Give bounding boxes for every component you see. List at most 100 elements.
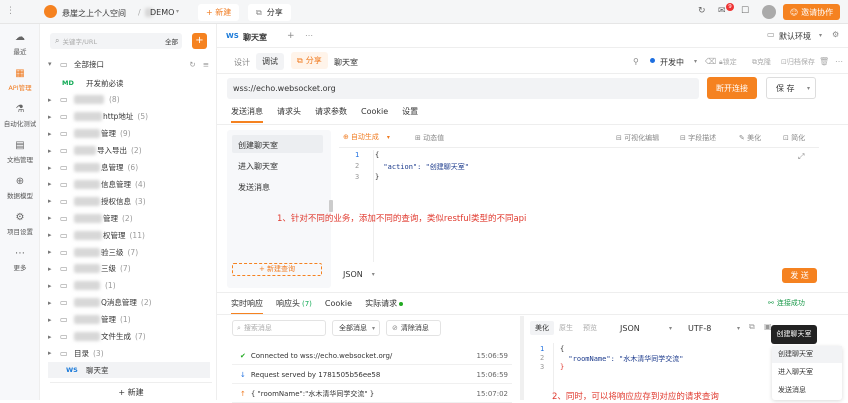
- filter-select[interactable]: 全部: [165, 36, 178, 46]
- tree-folder[interactable]: ▸ ▭ 目录 (3): [48, 345, 213, 361]
- magic-icon[interactable]: ⚲: [633, 57, 639, 66]
- clear-log-button[interactable]: ⊘ 清除消息: [386, 320, 441, 336]
- tree-folder[interactable]: ▸ ▭ 导入导出 (2): [48, 143, 213, 159]
- field-desc-button[interactable]: ⊟ 字段描述: [680, 133, 716, 143]
- tree-folder[interactable]: ▸ ▭ (1): [48, 278, 213, 294]
- compress-button[interactable]: ⊡ 简化: [783, 133, 805, 143]
- request-editor[interactable]: 1 2 3 { "action": "创建聊天室" } ⤢: [339, 150, 819, 262]
- mode-debug[interactable]: 调试: [256, 53, 284, 70]
- send-button[interactable]: 发 送: [782, 268, 817, 283]
- search-input[interactable]: 关键字/URL: [62, 36, 97, 46]
- tab-cookie[interactable]: Cookie: [361, 107, 388, 122]
- auto-generate-button[interactable]: ⊕ 自动生成 ▾: [343, 132, 390, 142]
- tree-new-button[interactable]: + 新建: [50, 382, 212, 397]
- menu-icon[interactable]: ≡: [203, 60, 209, 69]
- tab-chatroom[interactable]: 聊天室: [243, 32, 267, 43]
- invite-button[interactable]: ☺ 邀请协作: [783, 4, 840, 20]
- tree-folder[interactable]: ▸ ▭ 权管理 (11): [48, 227, 213, 243]
- tree-folder[interactable]: ▸ ▭ 管理 (9): [48, 126, 213, 142]
- tree-folder[interactable]: ▸ ▭ 授权信息 (3): [48, 193, 213, 209]
- view-raw[interactable]: 原生: [554, 321, 578, 335]
- log-search[interactable]: ⌕ 搜索消息: [232, 320, 326, 336]
- window-icon[interactable]: ☐: [741, 6, 749, 16]
- beautify-button[interactable]: ✎ 美化: [739, 133, 761, 143]
- rail-item-more[interactable]: ⋯ 更多: [0, 248, 40, 272]
- chevron-down-icon[interactable]: ▾: [694, 58, 697, 65]
- log-row[interactable]: ↓ Request served by 1781505b56ee58 15:06:5…: [232, 366, 512, 384]
- rail-item-docs[interactable]: ▤ 文档管理: [0, 140, 40, 164]
- encoding-select[interactable]: UTF-8 ▾: [684, 320, 740, 336]
- more-icon[interactable]: ⋯: [305, 31, 313, 40]
- tree-folder[interactable]: ▸ ▭ 验三级 (7): [48, 244, 213, 260]
- tab-params[interactable]: 请求参数: [315, 106, 347, 123]
- visual-edit-button[interactable]: ⊟ 可视化编辑: [616, 133, 659, 143]
- mode-design[interactable]: 设计: [234, 57, 250, 68]
- add-query-button[interactable]: + 新建查询: [232, 263, 322, 276]
- log-filter-select[interactable]: 全部消息 ▾: [332, 320, 380, 336]
- add-icon[interactable]: +: [192, 33, 207, 49]
- log-row[interactable]: ↑ { "roomName":"水木清华同学交流" } 15:07:02: [232, 385, 512, 403]
- paint-icon[interactable]: ⌫: [705, 57, 716, 66]
- rail-item-models[interactable]: ⊕ 数据模型: [0, 176, 40, 200]
- status-select[interactable]: 开发中: [660, 57, 684, 68]
- more-icon[interactable]: ⋯: [835, 57, 843, 66]
- tab-headers[interactable]: 请求头: [277, 106, 301, 123]
- tree-folder[interactable]: ▸ ▭ 信息管理 (4): [48, 176, 213, 192]
- message-item[interactable]: 创建聊天室: [232, 135, 323, 153]
- project-name[interactable]: DEMO: [150, 8, 174, 17]
- tree-folder[interactable]: ▸ ▭ 管理 (1): [48, 312, 213, 328]
- tree-folder[interactable]: ▸ ▭ http地址 (5): [48, 109, 213, 125]
- tree-folder[interactable]: ▸ ▭ 息管理 (6): [48, 160, 213, 176]
- expand-icon[interactable]: ⤢: [798, 152, 804, 162]
- tab-settings[interactable]: 设置: [402, 106, 418, 123]
- refresh-icon[interactable]: ↻: [698, 6, 706, 16]
- chevron-down-icon[interactable]: ▾: [819, 32, 822, 39]
- rail-item-recent[interactable]: ☁ 最近: [0, 32, 40, 56]
- view-preview[interactable]: 预览: [578, 321, 602, 335]
- disconnect-button[interactable]: 断开连接: [707, 77, 757, 99]
- tree-item-ws[interactable]: WS 聊天室: [48, 362, 210, 379]
- popup-item[interactable]: 创建聊天室: [772, 346, 842, 363]
- popup-item[interactable]: 发送消息: [772, 381, 842, 399]
- back-icon[interactable]: ⋮: [6, 6, 15, 16]
- save-button[interactable]: 保 存 ▾: [766, 77, 816, 99]
- tab-live-response[interactable]: 实时响应: [231, 298, 263, 315]
- tree-folder[interactable]: ▸ ▭ 三级 (7): [48, 261, 213, 277]
- rail-item-api[interactable]: ▦ API管理: [0, 68, 40, 92]
- resize-handle[interactable]: [329, 200, 333, 212]
- resp-format-select[interactable]: JSON ▾: [614, 320, 672, 336]
- tab-response-headers[interactable]: 响应头 (7): [276, 298, 312, 315]
- new-button[interactable]: + 新建: [198, 4, 240, 21]
- rail-item-settings[interactable]: ⚙ 项目设置: [0, 212, 40, 236]
- tab-actual-request[interactable]: 实际请求: [365, 298, 404, 315]
- dynamic-value-button[interactable]: ⊞ 动态值: [415, 133, 444, 143]
- format-select[interactable]: JSON ▾: [343, 270, 375, 279]
- archive-button[interactable]: ⊡归档保存: [781, 57, 815, 67]
- lock-button[interactable]: 🔒︎锁定: [719, 57, 737, 67]
- tree-search[interactable]: ⌕ 关键字/URL 全部: [50, 33, 182, 49]
- url-input[interactable]: wss://echo.websocket.org: [227, 78, 699, 99]
- tree-folder[interactable]: ▸ ▭ 文件生成 (7): [48, 329, 213, 345]
- popup-item[interactable]: 进入聊天室: [772, 363, 842, 381]
- tree-root[interactable]: ▾ ▭ 全部接口 ↻ ≡: [48, 56, 213, 72]
- clone-button[interactable]: ⧉克隆: [752, 57, 771, 67]
- rail-item-autotest[interactable]: ⚗ 自动化测试: [0, 104, 40, 128]
- copy-icon[interactable]: ⧉: [749, 322, 755, 332]
- env-settings-icon[interactable]: ⚙: [832, 30, 839, 39]
- avatar[interactable]: [762, 5, 776, 19]
- bell-icon[interactable]: ✉: [718, 6, 726, 16]
- add-tab-icon[interactable]: +: [287, 31, 295, 41]
- env-select[interactable]: 默认环境: [779, 31, 811, 42]
- chevron-down-icon[interactable]: ▾: [176, 8, 179, 15]
- tab-response-cookie[interactable]: Cookie: [325, 299, 352, 314]
- share-button[interactable]: ⧉ 分享: [248, 4, 291, 21]
- tree-folder[interactable]: ▸ ▭ 管理 (2): [48, 210, 213, 226]
- tree-item-md[interactable]: MD 开发前必读: [62, 75, 227, 91]
- delete-icon[interactable]: 🗑︎: [819, 57, 829, 66]
- tab-send-message[interactable]: 发送消息: [231, 106, 263, 123]
- tree-folder[interactable]: ▸ ▭ Q消息管理 (2): [48, 295, 213, 311]
- share-api-button[interactable]: ⧉ 分享: [291, 52, 328, 69]
- view-beautify[interactable]: 美化: [530, 321, 554, 335]
- sync-icon[interactable]: ↻: [189, 60, 195, 69]
- log-row[interactable]: ✔ Connected to wss://echo.websocket.org/1…: [232, 347, 512, 365]
